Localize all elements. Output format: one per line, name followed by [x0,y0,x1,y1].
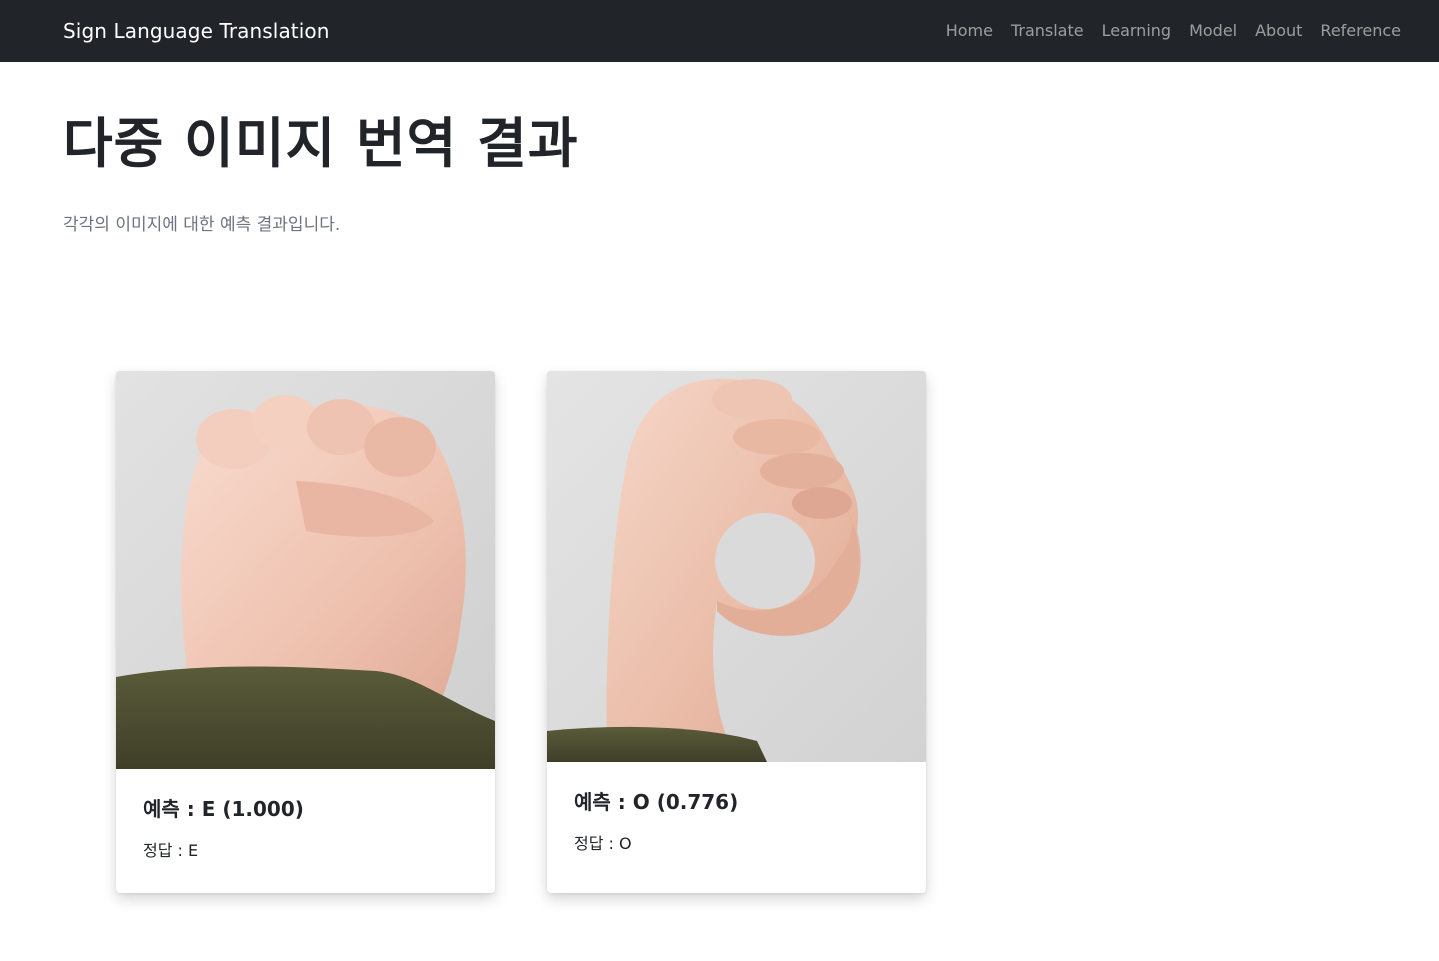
nav-item-translate: Translate [1011,0,1084,62]
nav-links: Home Translate Learning Model About Refe… [928,0,1401,62]
top-navbar: Sign Language Translation Home Translate… [0,0,1439,62]
result-card: 예측 : O (0.776) 정답 : O [547,371,926,893]
nav-link-translate[interactable]: Translate [1011,21,1084,40]
nav-link-home[interactable]: Home [946,21,993,40]
nav-link-reference[interactable]: Reference [1320,21,1401,40]
answer-label: 정답 : O [574,834,632,853]
answer-label: 정답 : E [143,841,199,860]
nav-item-model: Model [1189,0,1237,62]
nav-link-learning[interactable]: Learning [1102,21,1171,40]
card-body: 예측 : E (1.000) 정답 : E [143,793,468,863]
hand-fist-illustration [116,371,495,769]
result-card: 예측 : E (1.000) 정답 : E [116,371,495,893]
nav-item-about: About [1255,0,1302,62]
nav-item-learning: Learning [1102,0,1171,62]
nav-link-about[interactable]: About [1255,21,1302,40]
nav-link-model[interactable]: Model [1189,21,1237,40]
hand-sign-image [116,371,495,769]
page-subtitle: 각각의 이미지에 대한 예측 결과입니다. [63,215,341,235]
page-title: 다중 이미지 번역 결과 [63,112,579,175]
hand-sign-image [547,371,926,762]
prediction-label: 예측 : O (0.776) [574,790,739,814]
hand-o-shape-illustration [547,371,926,762]
nav-item-reference: Reference [1320,0,1401,62]
nav-item-home: Home [946,0,993,62]
card-body: 예측 : O (0.776) 정답 : O [574,786,899,856]
navbar-brand[interactable]: Sign Language Translation [63,0,330,62]
prediction-label: 예측 : E (1.000) [143,797,304,821]
